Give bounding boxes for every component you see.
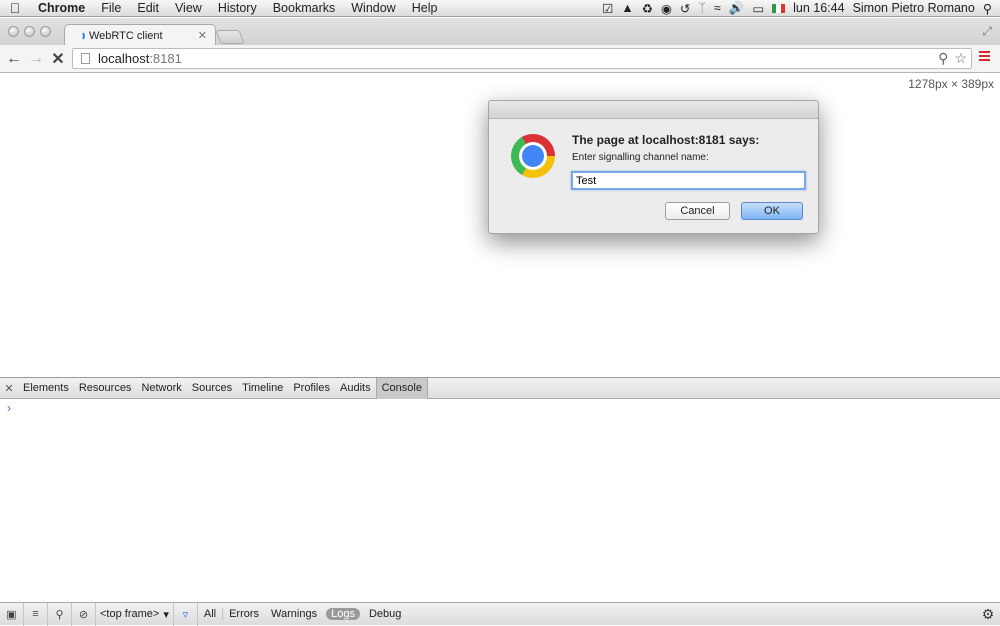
dock-toggle-icon[interactable]: ▣ <box>0 602 24 626</box>
menu-window[interactable]: Window <box>343 1 403 15</box>
record-icon[interactable]: ◉ <box>661 1 672 16</box>
zoom-window-button[interactable] <box>40 26 51 37</box>
devtools-statusbar: ▣ ≡ ⚲ ⊘ <top frame> ▾ ▿ All Errors Warni… <box>0 602 1000 626</box>
frame-selector[interactable]: <top frame> ▾ <box>96 602 174 626</box>
filter-all[interactable]: All <box>198 608 222 620</box>
devtools-tabbar: ✕ Elements Resources Network Sources Tim… <box>0 377 1000 399</box>
menu-help[interactable]: Help <box>404 1 446 15</box>
drive-icon[interactable]: ▲ <box>621 1 633 15</box>
filter-logs[interactable]: Logs <box>326 608 360 620</box>
console-prompt[interactable]: › <box>7 401 11 415</box>
filter-debug[interactable]: Debug <box>363 608 407 620</box>
prompt-dialog: The page at localhost:8181 says: Enter s… <box>488 100 819 234</box>
tab-audits[interactable]: Audits <box>335 378 376 399</box>
flag-icon[interactable] <box>772 3 786 13</box>
tab-sources[interactable]: Sources <box>187 378 237 399</box>
tab-console[interactable]: Console <box>375 377 428 399</box>
tab-webrtc-client[interactable]: WebRTC client ✕ <box>64 24 216 46</box>
address-host: localhost <box>98 51 150 66</box>
channel-name-input[interactable] <box>571 171 806 190</box>
clock[interactable]: lun 16:44 <box>793 1 844 15</box>
menu-bookmarks[interactable]: Bookmarks <box>265 1 344 15</box>
tab-profiles[interactable]: Profiles <box>288 378 335 399</box>
chrome-menu-icon[interactable] <box>979 51 990 63</box>
checkbox-app-icon[interactable]: ☑ <box>602 1 613 16</box>
drawer-toggle-icon[interactable]: ≡ <box>24 602 48 626</box>
wifi-icon[interactable]: ≈ <box>714 1 721 15</box>
viewport-dimensions: 1278px × 389px <box>908 77 994 91</box>
forward-arrow-icon[interactable]: → <box>25 50 47 68</box>
search-icon[interactable]: ⚲ <box>48 602 72 626</box>
filter-warnings[interactable]: Warnings <box>265 608 323 620</box>
chrome-logo-icon <box>511 134 555 178</box>
ok-button[interactable]: OK <box>741 202 803 220</box>
cancel-button[interactable]: Cancel <box>665 202 730 220</box>
spotlight-icon[interactable]: ⚲ <box>983 1 992 16</box>
settings-gear-icon[interactable]: ⚙ <box>976 606 1000 623</box>
tab-elements[interactable]: Elements <box>18 378 74 399</box>
back-arrow-icon[interactable]: ← <box>3 50 25 68</box>
new-tab-button[interactable] <box>215 30 245 44</box>
fullscreen-icon[interactable]: ⤢ <box>982 24 992 39</box>
tab-network[interactable]: Network <box>136 378 186 399</box>
apple-menu-icon[interactable]:  <box>0 0 30 16</box>
page-icon <box>81 53 90 64</box>
filter-icon[interactable]: ▿ <box>174 602 198 626</box>
filter-errors[interactable]: Errors <box>222 608 265 620</box>
dialog-title: The page at localhost:8181 says: <box>572 133 760 147</box>
status-area: ☑ ▲ ♻ ◉ ↺ ᛉ ≈ 🔊 ▭ lun 16:44 Simon Pietro… <box>602 1 1000 16</box>
tab-timeline[interactable]: Timeline <box>237 378 288 399</box>
browser-toolbar: ← → ✕ localhost:8181 ⚲ ☆ <box>0 45 1000 73</box>
tab-close-icon[interactable]: ✕ <box>198 29 207 42</box>
volume-icon[interactable]: 🔊 <box>729 1 745 16</box>
battery-icon[interactable]: ▭ <box>752 1 764 16</box>
clear-console-icon[interactable]: ⊘ <box>72 602 96 626</box>
sync-icon[interactable]: ♻ <box>642 1 653 16</box>
menu-app[interactable]: Chrome <box>30 1 93 15</box>
bluetooth-icon[interactable]: ᛉ <box>698 1 706 15</box>
tab-strip: WebRTC client ✕ ⤢ <box>0 18 1000 46</box>
tab-resources[interactable]: Resources <box>74 378 137 399</box>
close-window-button[interactable] <box>8 26 19 37</box>
address-port: :8181 <box>149 51 182 66</box>
devtools-panel: ✕ Elements Resources Network Sources Tim… <box>0 377 1000 626</box>
stop-loading-icon[interactable]: ✕ <box>47 49 69 69</box>
menu-file[interactable]: File <box>93 1 129 15</box>
dialog-titlebar[interactable] <box>489 101 818 119</box>
tab-title: WebRTC client <box>89 29 163 42</box>
user-name[interactable]: Simon Pietro Romano <box>853 1 975 15</box>
mac-menubar:  Chrome File Edit View History Bookmark… <box>0 0 1000 17</box>
zoom-icon[interactable]: ⚲ <box>938 50 948 67</box>
menu-history[interactable]: History <box>210 1 265 15</box>
minimize-window-button[interactable] <box>24 26 35 37</box>
time-machine-icon[interactable]: ↺ <box>680 1 690 16</box>
dialog-message: Enter signalling channel name: <box>572 152 709 163</box>
dropdown-arrow-icon: ▾ <box>163 608 169 621</box>
devtools-close-icon[interactable]: ✕ <box>0 382 18 395</box>
bookmark-star-icon[interactable]: ☆ <box>954 50 967 67</box>
menu-view[interactable]: View <box>167 1 210 15</box>
loading-spinner-icon <box>75 30 85 41</box>
frame-selector-label: <top frame> <box>100 608 160 620</box>
address-bar[interactable]: localhost:8181 ⚲ ☆ <box>72 48 972 69</box>
menu-edit[interactable]: Edit <box>129 1 167 15</box>
